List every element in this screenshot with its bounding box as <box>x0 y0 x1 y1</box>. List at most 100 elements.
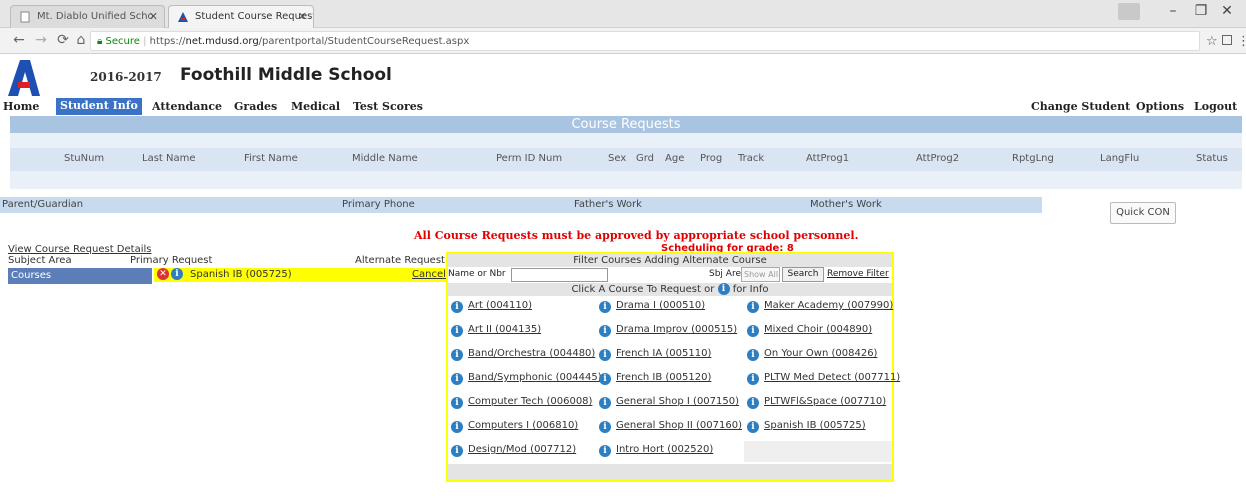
info-icon[interactable]: i <box>599 445 611 457</box>
info-icon[interactable]: i <box>451 373 463 385</box>
info-icon[interactable]: i <box>451 421 463 433</box>
info-icon[interactable]: i <box>451 445 463 457</box>
profile-icon[interactable] <box>1118 3 1140 20</box>
window-close-icon[interactable]: ✕ <box>1214 3 1240 19</box>
col-perm-id: Perm ID Num <box>496 153 563 164</box>
tab-title: Student Course Requests <box>195 11 314 22</box>
nav-grades[interactable]: Grades <box>234 100 277 113</box>
course-requests-title: Course Requests <box>10 116 1242 133</box>
course-link[interactable]: Art II (004135) <box>468 324 541 335</box>
restore-icon[interactable]: ❐ <box>1188 3 1214 19</box>
info-icon[interactable]: i <box>171 268 183 280</box>
course-link[interactable]: PLTWFl&Space (007710) <box>764 396 886 407</box>
course-option: i Spanish IB (005725) <box>744 417 866 438</box>
url-host: net.mdusd.org <box>185 36 259 47</box>
col-attprog1: AttProg1 <box>806 153 850 164</box>
course-link[interactable]: Band/Orchestra (004480) <box>468 348 595 359</box>
close-icon[interactable]: ✕ <box>149 10 158 23</box>
info-icon[interactable]: i <box>451 325 463 337</box>
search-button[interactable]: Search <box>782 267 824 282</box>
course-link[interactable]: PLTW Med Detect (007711) <box>764 372 900 383</box>
info-icon[interactable]: i <box>599 301 611 313</box>
nav-medical[interactable]: Medical <box>291 100 340 113</box>
nav-options[interactable]: Options <box>1136 100 1184 113</box>
main-nav: Home Student Info Attendance Grades Medi… <box>0 98 1246 116</box>
info-icon[interactable]: i <box>747 421 759 433</box>
sbj-area-select[interactable]: Show All Courses <box>741 267 780 282</box>
lock-icon: 🔒︎ <box>97 36 103 47</box>
info-icon[interactable]: i <box>599 325 611 337</box>
info-icon[interactable]: i <box>599 397 611 409</box>
nav-attendance[interactable]: Attendance <box>152 100 222 113</box>
forward-icon[interactable]: → <box>32 32 50 48</box>
bookmark-star-icon[interactable]: ☆ <box>1206 34 1218 49</box>
col-stunum: StuNum <box>64 153 105 164</box>
course-link[interactable]: French IA (005110) <box>616 348 711 359</box>
fathers-work-label: Father's Work <box>574 199 642 210</box>
course-link[interactable]: Drama I (000510) <box>616 300 705 311</box>
course-option: i On Your Own (008426) <box>744 345 877 366</box>
col-prog: Prog <box>700 153 723 164</box>
aeries-logo-icon <box>8 60 40 96</box>
course-link[interactable]: On Your Own (008426) <box>764 348 877 359</box>
info-icon[interactable]: i <box>599 349 611 361</box>
course-link[interactable]: Drama Improv (000515) <box>616 324 737 335</box>
nav-change-student[interactable]: Change Student <box>1031 100 1130 113</box>
nav-home[interactable]: Home <box>3 100 39 113</box>
primary-request-header: Primary Request <box>130 255 213 266</box>
menu-icon[interactable]: ⋮ <box>1237 34 1246 49</box>
alternate-request-header: Alternate Request <box>355 255 445 266</box>
extension-icon[interactable] <box>1222 35 1232 45</box>
quick-con-button[interactable]: Quick CON <box>1110 202 1176 224</box>
course-option: i Computers I (006810) <box>448 417 578 438</box>
back-icon[interactable]: ← <box>10 32 28 48</box>
school-year: 2016-2017 <box>90 70 162 84</box>
primary-course-name: Spanish IB (005725) <box>190 269 292 280</box>
course-link[interactable]: Intro Hort (002520) <box>616 444 713 455</box>
minimize-icon[interactable]: – <box>1160 3 1186 19</box>
tab-mt-diablo[interactable]: Mt. Diablo Unified Scho ✕ <box>10 5 165 28</box>
course-link[interactable]: Computer Tech (006008) <box>468 396 592 407</box>
nav-logout[interactable]: Logout <box>1194 100 1237 113</box>
sbj-area-value: Show All Courses <box>744 270 779 279</box>
info-icon[interactable]: i <box>747 397 759 409</box>
info-icon[interactable]: i <box>747 373 759 385</box>
course-link[interactable]: General Shop II (007160) <box>616 420 742 431</box>
info-icon: i <box>717 283 730 295</box>
reload-icon[interactable]: ⟳ <box>54 32 72 48</box>
info-icon[interactable]: i <box>451 349 463 361</box>
nav-student-info[interactable]: Student Info <box>56 98 142 115</box>
course-link[interactable]: General Shop I (007150) <box>616 396 739 407</box>
course-link[interactable]: Mixed Choir (004890) <box>764 324 872 335</box>
info-icon[interactable]: i <box>451 397 463 409</box>
name-search-input[interactable] <box>511 268 608 282</box>
view-details-link[interactable]: View Course Request Details <box>8 244 151 255</box>
primary-request-cell: Spanish IB (005725) <box>154 268 446 282</box>
cancel-link[interactable]: Cancel <box>412 269 446 280</box>
course-link[interactable]: Design/Mod (007712) <box>468 444 576 455</box>
home-icon[interactable]: ⌂ <box>72 32 90 48</box>
course-option: i Band/Symphonic (004445) <box>448 369 602 390</box>
course-link[interactable]: French IB (005120) <box>616 372 711 383</box>
nav-test-scores[interactable]: Test Scores <box>353 100 423 113</box>
info-icon[interactable]: i <box>747 325 759 337</box>
tab-student-course-requests[interactable]: Student Course Requests ✕ <box>168 5 314 28</box>
info-icon[interactable]: i <box>599 373 611 385</box>
course-link[interactable]: Computers I (006810) <box>468 420 578 431</box>
course-link[interactable]: Art (004110) <box>468 300 532 311</box>
info-icon[interactable]: i <box>451 301 463 313</box>
course-link[interactable]: Band/Symphonic (004445) <box>468 372 602 383</box>
info-icon[interactable]: i <box>747 349 759 361</box>
remove-request-icon[interactable]: ✕ <box>157 268 169 280</box>
course-option: i PLTWFl&Space (007710) <box>744 393 886 414</box>
info-icon[interactable]: i <box>599 421 611 433</box>
url-field[interactable]: 🔒︎ Secure | https://net.mdusd.org/parent… <box>90 31 1200 51</box>
col-first-name: First Name <box>244 153 298 164</box>
col-track: Track <box>738 153 765 164</box>
remove-filter-link[interactable]: Remove Filter <box>827 269 889 279</box>
course-link[interactable]: Spanish IB (005725) <box>764 420 866 431</box>
course-link[interactable]: Maker Academy (007990) <box>764 300 893 311</box>
empty-course-cell <box>744 441 892 462</box>
close-icon[interactable]: ✕ <box>298 10 307 23</box>
info-icon[interactable]: i <box>747 301 759 313</box>
